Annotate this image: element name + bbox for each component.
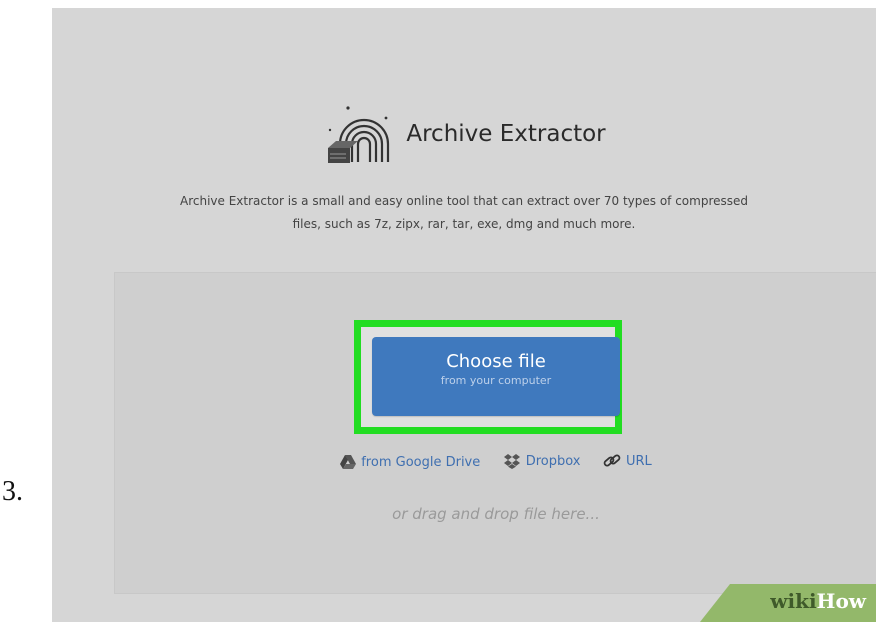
app-header: Archive Extractor (52, 104, 876, 169)
google-drive-link[interactable]: from Google Drive (340, 455, 480, 470)
step-number: 3. (2, 476, 23, 507)
wikihow-watermark: wikiHow (700, 584, 876, 622)
dropbox-icon (503, 454, 521, 469)
source-links: from Google Drive Dropbox URL (115, 453, 876, 474)
google-drive-icon (340, 455, 357, 469)
drop-zone-hint: or drag and drop file here... (392, 505, 600, 523)
app-screenshot: Archive Extractor Archive Extractor is a… (52, 8, 876, 622)
url-link[interactable]: URL (603, 453, 652, 469)
wikihow-logo-text: wikiHow (770, 589, 866, 613)
dropbox-link[interactable]: Dropbox (503, 454, 581, 469)
brand: Archive Extractor (322, 104, 606, 164)
choose-file-sublabel: from your computer (440, 374, 552, 387)
url-label: URL (625, 453, 652, 469)
google-drive-label: from Google Drive (361, 454, 481, 470)
choose-file-label: Choose file (446, 351, 546, 372)
rainbow-box-icon (322, 104, 396, 164)
app-description: Archive Extractor is a small and easy on… (179, 194, 749, 231)
link-icon (603, 453, 621, 469)
how-word: How (816, 589, 866, 613)
choose-file-button[interactable]: Choose file from your computer (372, 337, 620, 416)
app-title: Archive Extractor (406, 121, 606, 147)
upload-panel: Choose file from your computer from Goog… (114, 272, 876, 594)
dropbox-label: Dropbox (525, 454, 581, 469)
wiki-word: wiki (770, 589, 817, 613)
